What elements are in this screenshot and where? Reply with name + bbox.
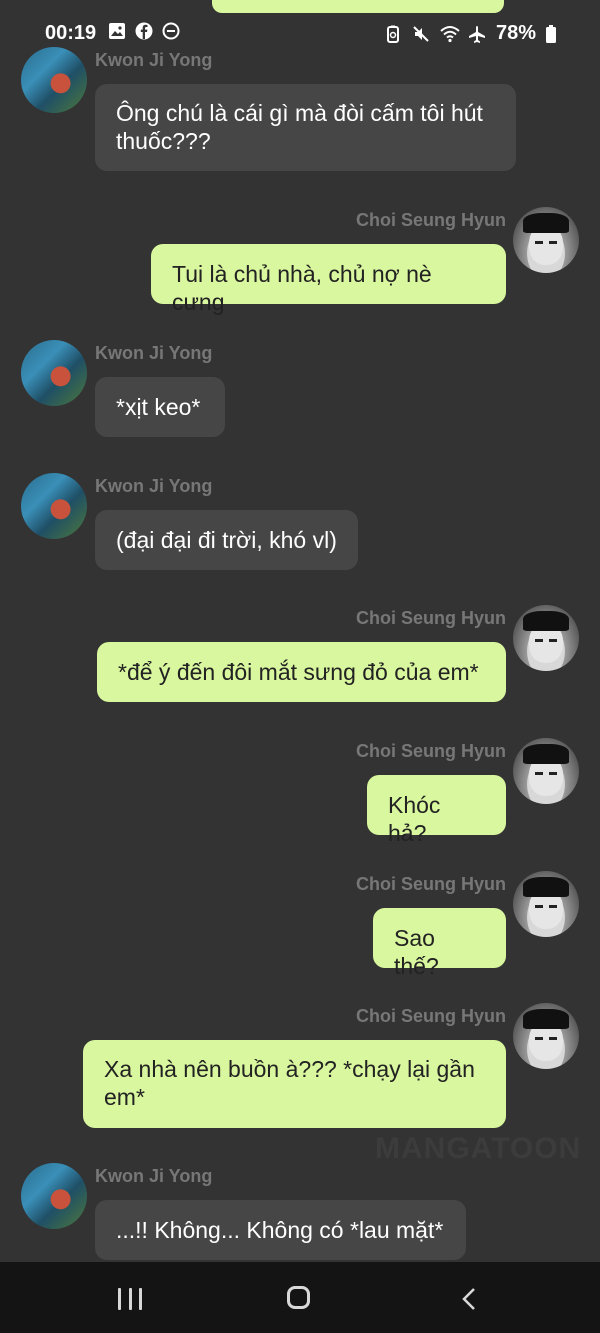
message-bubble[interactable]: *để ý đến đôi mắt sưng đỏ của em* <box>97 642 506 702</box>
sender-name: Choi Seung Hyun <box>356 210 506 230</box>
sender-name: Choi Seung Hyun <box>356 874 506 894</box>
watermark: MANGATOON <box>375 1132 582 1165</box>
sender-name: Kwon Ji Yong <box>95 1166 213 1186</box>
message-bubble[interactable]: Ông chú là cái gì mà đòi cấm tôi hút thu… <box>95 84 516 171</box>
message-bubble[interactable]: ...!! Không... Không có *lau mặt* <box>95 1200 466 1260</box>
avatar[interactable] <box>513 207 579 273</box>
avatar[interactable] <box>513 605 579 671</box>
chat-thread[interactable]: Kwon Ji Yong Ông chú là cái gì mà đòi cấ… <box>0 0 600 1262</box>
avatar[interactable] <box>21 473 87 539</box>
sender-name: Choi Seung Hyun <box>356 741 506 761</box>
message-bubble[interactable]: Sao thế? <box>373 908 506 979</box>
home-icon[interactable] <box>287 1286 310 1309</box>
avatar[interactable] <box>21 47 87 113</box>
recent-apps-icon[interactable] <box>118 1288 142 1310</box>
sender-name: Kwon Ji Yong <box>95 343 213 363</box>
avatar[interactable] <box>21 340 87 406</box>
avatar[interactable] <box>513 1003 579 1069</box>
message-bubble[interactable]: Tui là chủ nhà, chủ nợ nè cưng <box>151 244 506 315</box>
message-bubble[interactable]: Xa nhà nên buồn à??? *chạy lại gần em* <box>83 1040 506 1128</box>
avatar[interactable] <box>21 1163 87 1229</box>
avatar[interactable] <box>513 738 579 804</box>
sender-name: Kwon Ji Yong <box>95 476 213 496</box>
sender-name: Choi Seung Hyun <box>356 608 506 628</box>
avatar[interactable] <box>513 871 579 937</box>
navigation-bar <box>0 1262 600 1333</box>
back-icon[interactable] <box>462 1288 476 1310</box>
message-bubble[interactable]: (đại đại đi trời, khó vl) <box>95 510 358 570</box>
message-bubble[interactable]: Khóc hả? <box>367 775 506 846</box>
sender-name: Kwon Ji Yong <box>95 50 213 70</box>
message-bubble[interactable]: *xịt keo* <box>95 377 225 437</box>
sender-name: Choi Seung Hyun <box>356 1006 506 1026</box>
